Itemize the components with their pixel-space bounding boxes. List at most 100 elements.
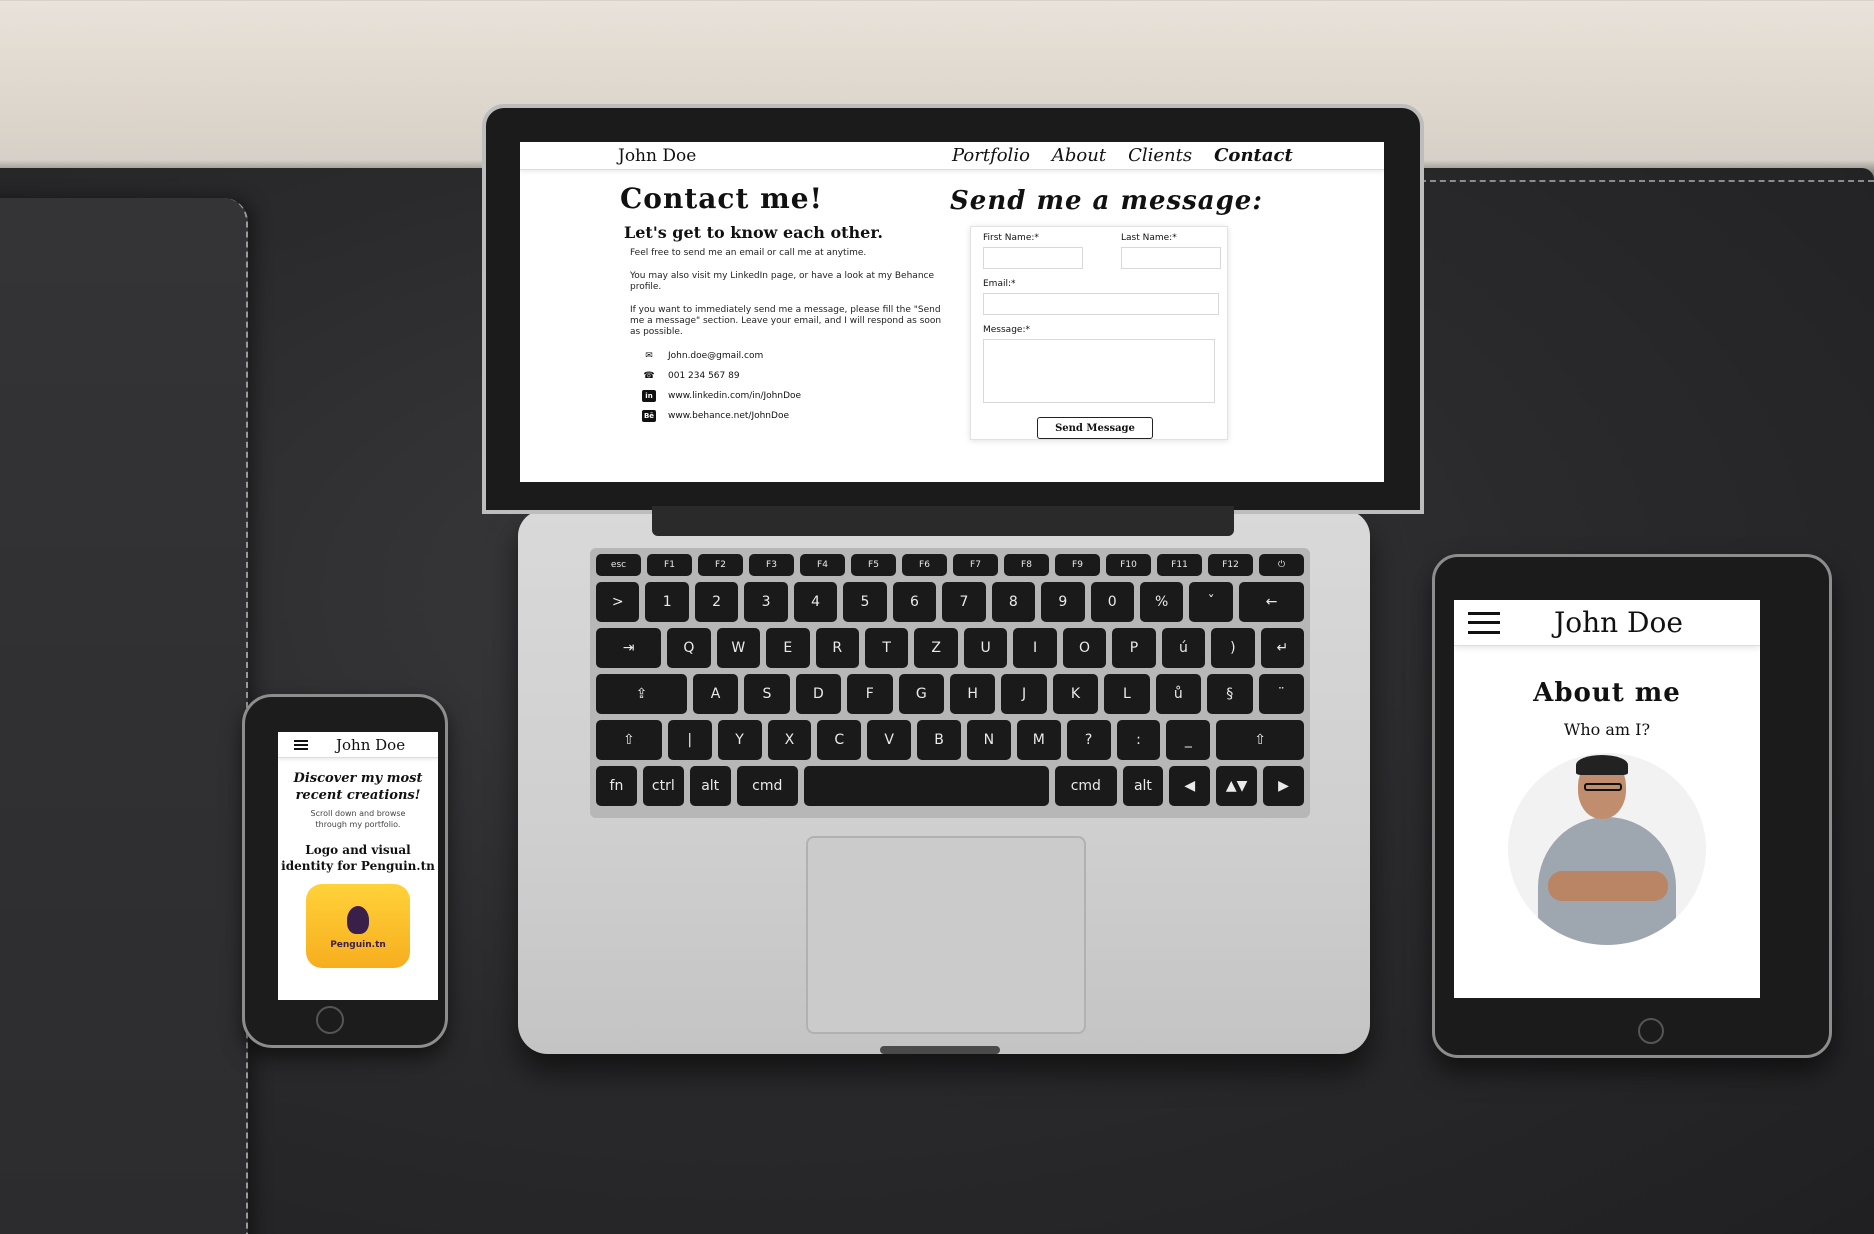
- alt-key[interactable]: alt: [689, 766, 731, 806]
- tab-key[interactable]: ⇥: [596, 628, 662, 668]
- key[interactable]: F8: [1004, 554, 1049, 576]
- arrow-right-key[interactable]: ▶: [1263, 766, 1304, 806]
- key[interactable]: 4: [793, 582, 838, 622]
- key[interactable]: ú: [1161, 628, 1206, 668]
- key[interactable]: 9: [1041, 582, 1085, 622]
- key[interactable]: L: [1104, 674, 1150, 714]
- key[interactable]: %: [1139, 582, 1184, 622]
- message-textarea[interactable]: [983, 339, 1215, 403]
- key[interactable]: F6: [902, 554, 947, 576]
- key[interactable]: F9: [1055, 554, 1100, 576]
- key[interactable]: U: [963, 628, 1008, 668]
- key[interactable]: 8: [991, 582, 1036, 622]
- power-key[interactable]: ⏻: [1259, 554, 1304, 576]
- cmd-key[interactable]: cmd: [1055, 766, 1117, 806]
- key[interactable]: |: [667, 720, 712, 760]
- key[interactable]: M: [1016, 720, 1061, 760]
- contact-linkedin[interactable]: www.linkedin.com/in/JohnDoe: [668, 391, 801, 401]
- fn-key[interactable]: fn: [596, 766, 637, 806]
- arrow-up-down-key[interactable]: ▲▼: [1216, 766, 1258, 806]
- key[interactable]: F12: [1208, 554, 1253, 576]
- right-shift-key[interactable]: ⇧: [1216, 720, 1304, 760]
- contact-email-row[interactable]: ✉ John.doe@gmail.com: [642, 350, 950, 362]
- key[interactable]: O: [1062, 628, 1107, 668]
- contact-phone-row[interactable]: ☎ 001 234 567 89: [642, 370, 950, 382]
- key[interactable]: F: [847, 674, 893, 714]
- brand-logo[interactable]: John Doe: [618, 146, 696, 166]
- key[interactable]: X: [767, 720, 812, 760]
- key[interactable]: ů: [1155, 674, 1202, 714]
- email-input[interactable]: [983, 293, 1219, 315]
- key[interactable]: C: [817, 720, 862, 760]
- key[interactable]: R: [815, 628, 859, 668]
- key[interactable]: Q: [667, 628, 711, 668]
- enter-key[interactable]: ↵: [1260, 628, 1305, 668]
- caps-lock-key[interactable]: ⇪: [596, 674, 687, 714]
- first-name-input[interactable]: [983, 247, 1083, 269]
- laptop-trackpad[interactable]: [806, 836, 1086, 1034]
- nav-item-contact[interactable]: Contact: [1214, 145, 1293, 166]
- nav-item-clients[interactable]: Clients: [1128, 145, 1192, 166]
- key[interactable]: E: [766, 628, 810, 668]
- key[interactable]: B: [917, 720, 961, 760]
- contact-behance[interactable]: www.behance.net/JohnDoe: [668, 411, 789, 421]
- backspace-key[interactable]: ←: [1238, 582, 1305, 622]
- phone-brand[interactable]: John Doe: [336, 736, 405, 754]
- key[interactable]: H: [949, 674, 996, 714]
- key[interactable]: 1: [645, 582, 689, 622]
- key[interactable]: V: [867, 720, 912, 760]
- last-name-input[interactable]: [1121, 247, 1221, 269]
- hamburger-menu-icon[interactable]: [1468, 612, 1500, 634]
- contact-email[interactable]: John.doe@gmail.com: [668, 351, 763, 361]
- key[interactable]: 0: [1090, 582, 1134, 622]
- key[interactable]: esc: [596, 554, 641, 576]
- alt-key[interactable]: alt: [1122, 766, 1164, 806]
- project-thumbnail[interactable]: Penguin.tn: [306, 884, 410, 968]
- phone-home-button[interactable]: [316, 1006, 344, 1034]
- key[interactable]: K: [1052, 674, 1099, 714]
- key[interactable]: Z: [914, 628, 958, 668]
- key[interactable]: 6: [892, 582, 937, 622]
- key[interactable]: F11: [1157, 554, 1202, 576]
- left-shift-key[interactable]: ⇧: [596, 720, 662, 760]
- key[interactable]: 3: [744, 582, 788, 622]
- key[interactable]: ˇ: [1189, 582, 1233, 622]
- key[interactable]: W: [716, 628, 761, 668]
- key[interactable]: D: [795, 674, 842, 714]
- key[interactable]: F4: [800, 554, 845, 576]
- contact-behance-row[interactable]: Bē www.behance.net/JohnDoe: [642, 410, 950, 422]
- key[interactable]: P: [1112, 628, 1156, 668]
- arrow-left-key[interactable]: ◀: [1169, 766, 1211, 806]
- tablet-brand[interactable]: John Doe: [1554, 606, 1683, 639]
- tablet-home-button[interactable]: [1638, 1018, 1664, 1044]
- key[interactable]: F7: [953, 554, 998, 576]
- key[interactable]: _: [1166, 720, 1211, 760]
- key[interactable]: J: [1001, 674, 1047, 714]
- key[interactable]: >: [596, 582, 640, 622]
- key[interactable]: F3: [749, 554, 794, 576]
- key[interactable]: §: [1207, 674, 1253, 714]
- key[interactable]: ): [1211, 628, 1255, 668]
- key[interactable]: 2: [694, 582, 739, 622]
- key[interactable]: Y: [717, 720, 762, 760]
- cmd-key[interactable]: cmd: [736, 766, 798, 806]
- nav-item-portfolio[interactable]: Portfolio: [952, 145, 1030, 166]
- key[interactable]: T: [864, 628, 909, 668]
- key[interactable]: I: [1013, 628, 1057, 668]
- space-bar[interactable]: [803, 766, 1050, 806]
- key[interactable]: F10: [1106, 554, 1151, 576]
- key[interactable]: ?: [1066, 720, 1111, 760]
- key[interactable]: N: [966, 720, 1011, 760]
- hamburger-menu-icon[interactable]: [294, 740, 308, 750]
- key[interactable]: ¨: [1258, 674, 1304, 714]
- key[interactable]: F5: [851, 554, 896, 576]
- key[interactable]: S: [744, 674, 790, 714]
- contact-linkedin-row[interactable]: in www.linkedin.com/in/JohnDoe: [642, 390, 950, 402]
- key[interactable]: :: [1116, 720, 1161, 760]
- contact-phone[interactable]: 001 234 567 89: [668, 371, 740, 381]
- key[interactable]: F1: [647, 554, 692, 576]
- key[interactable]: 7: [942, 582, 986, 622]
- key[interactable]: A: [692, 674, 739, 714]
- send-message-button[interactable]: Send Message: [1037, 417, 1153, 439]
- key[interactable]: G: [898, 674, 944, 714]
